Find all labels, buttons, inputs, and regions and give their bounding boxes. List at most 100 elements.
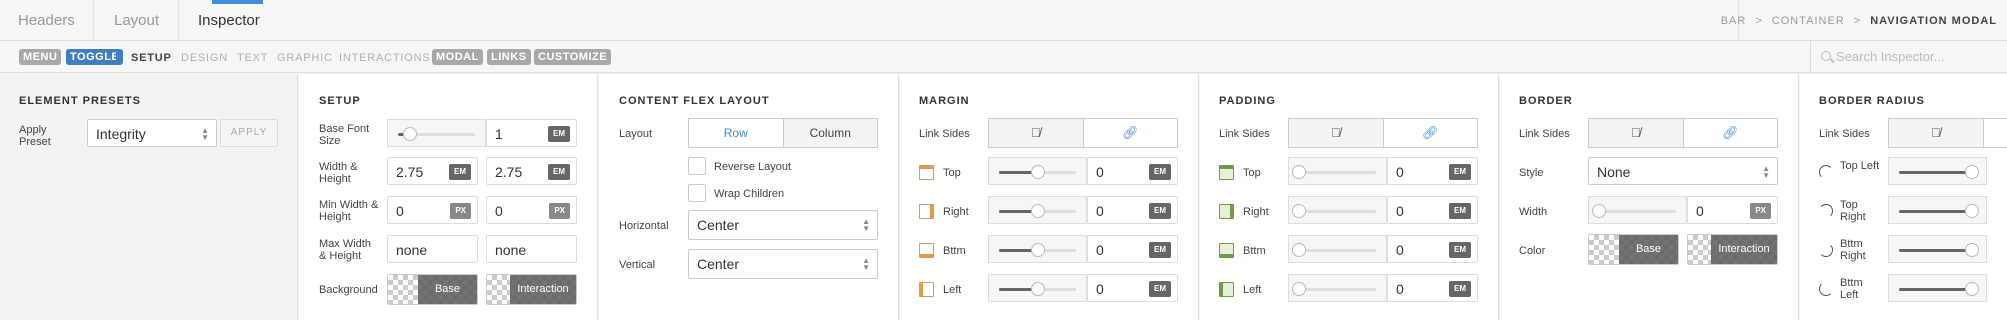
unlink-icon[interactable]: ⛓̸ xyxy=(989,119,1084,147)
unit-badge[interactable]: PX xyxy=(549,203,570,219)
margin-bottom-slider[interactable] xyxy=(988,235,1087,263)
max-width-input[interactable]: none xyxy=(387,235,478,263)
nav-pill-toggle[interactable]: TOGGLE xyxy=(66,49,124,65)
padding-left-input[interactable]: 0 EM xyxy=(1387,274,1478,302)
padding-bottom-input[interactable]: 0 EM xyxy=(1387,235,1478,263)
breadcrumb-item[interactable]: BAR xyxy=(1721,15,1747,27)
border-style-select[interactable]: None ▲ ▼ xyxy=(1588,157,1778,185)
subnav-design[interactable]: DESIGN xyxy=(181,52,228,64)
base-font-input[interactable]: 1 EM xyxy=(486,119,577,147)
unit-badge[interactable]: EM xyxy=(1149,164,1171,180)
unit-badge[interactable]: PX xyxy=(450,203,471,219)
nav-pill-links[interactable]: LINKS xyxy=(487,49,531,65)
margin-right-input[interactable]: 0 EM xyxy=(1087,196,1178,224)
slider-knob[interactable] xyxy=(1592,204,1606,218)
breadcrumb-item[interactable]: CONTAINER xyxy=(1772,15,1845,27)
nav-pill-menu[interactable]: MENU xyxy=(19,49,62,65)
radius-link-toggle[interactable]: ⛓̸ 🔗︎ xyxy=(1888,118,2007,148)
subnav-interactions[interactable]: INTERACTIONS xyxy=(339,52,431,64)
min-width-input[interactable]: 0 PX xyxy=(387,196,478,224)
link-icon[interactable]: 🔗︎ xyxy=(1083,119,1177,147)
subnav-setup[interactable]: SETUP xyxy=(131,52,172,64)
slider-knob[interactable] xyxy=(1292,243,1306,257)
margin-top-input[interactable]: 0 EM xyxy=(1087,157,1178,185)
slider-knob[interactable] xyxy=(1965,165,1980,179)
padding-right-input[interactable]: 0 EM xyxy=(1387,196,1478,224)
margin-left-slider[interactable] xyxy=(988,274,1087,302)
radius-top-left-slider[interactable] xyxy=(1888,157,1987,185)
unit-badge[interactable]: EM xyxy=(1149,203,1171,219)
padding-link-toggle[interactable]: ⛓̸ 🔗︎ xyxy=(1288,118,1478,148)
border-width-slider[interactable] xyxy=(1588,196,1687,224)
tab-headers[interactable]: Headers xyxy=(18,12,75,29)
border-base-swatch[interactable]: Base xyxy=(1588,234,1679,265)
layout-column-option[interactable]: Column xyxy=(784,119,878,147)
min-height-input[interactable]: 0 PX xyxy=(486,196,577,224)
margin-top-slider[interactable] xyxy=(988,157,1087,185)
link-icon[interactable]: 🔗︎ xyxy=(1983,119,2007,147)
padding-top-slider[interactable] xyxy=(1288,157,1387,185)
slider-knob[interactable] xyxy=(1965,282,1980,296)
apply-button[interactable]: APPLY xyxy=(220,119,278,147)
layout-row-option[interactable]: Row xyxy=(689,119,784,147)
height-input[interactable]: 2.75 EM xyxy=(486,157,577,185)
radius-bottom-right-slider[interactable] xyxy=(1888,235,1987,263)
margin-right-slider[interactable] xyxy=(988,196,1087,224)
margin-link-toggle[interactable]: ⛓̸ 🔗︎ xyxy=(988,118,1178,148)
slider-knob[interactable] xyxy=(1965,204,1980,218)
border-interaction-swatch[interactable]: Interaction xyxy=(1687,234,1778,265)
slider-knob[interactable] xyxy=(1030,165,1045,179)
slider-knob[interactable] xyxy=(1030,282,1045,296)
padding-bottom-slider[interactable] xyxy=(1288,235,1387,263)
max-height-input[interactable]: none xyxy=(486,235,577,263)
layout-toggle[interactable]: Row Column xyxy=(688,118,878,148)
unit-badge[interactable]: EM xyxy=(1149,242,1171,258)
vertical-select[interactable]: Center ▲ ▼ xyxy=(688,249,878,279)
link-icon[interactable]: 🔗︎ xyxy=(1383,119,1477,147)
unit-badge[interactable]: EM xyxy=(548,126,570,142)
base-font-knob[interactable] xyxy=(402,127,417,141)
nav-pill-modal[interactable]: MODAL xyxy=(432,49,483,65)
slider-knob[interactable] xyxy=(1965,243,1980,257)
base-font-slider[interactable] xyxy=(387,119,486,147)
unit-badge[interactable]: EM xyxy=(1449,281,1471,297)
width-input[interactable]: 2.75 EM xyxy=(387,157,478,185)
unit-badge[interactable]: EM xyxy=(1449,164,1471,180)
border-link-toggle[interactable]: ⛓̸ 🔗︎ xyxy=(1588,118,1778,148)
unit-badge[interactable]: EM xyxy=(449,164,471,180)
unlink-icon[interactable]: ⛓̸ xyxy=(1889,119,1984,147)
slider-knob[interactable] xyxy=(1292,282,1306,296)
nav-pill-customize[interactable]: CUSTOMIZE xyxy=(534,49,612,65)
slider-knob[interactable] xyxy=(1292,165,1306,179)
radius-top-right-slider[interactable] xyxy=(1888,196,1987,224)
subnav-graphic[interactable]: GRAPHIC xyxy=(277,52,333,64)
slider-knob[interactable] xyxy=(1030,204,1045,218)
preset-select[interactable]: Integrity ▲ ▼ xyxy=(87,119,217,147)
unlink-icon[interactable]: ⛓̸ xyxy=(1589,119,1684,147)
radius-bottom-left-slider[interactable] xyxy=(1888,274,1987,302)
padding-top-input[interactable]: 0 EM xyxy=(1387,157,1478,185)
unit-badge[interactable]: EM xyxy=(1449,203,1471,219)
padding-left-slider[interactable] xyxy=(1288,274,1387,302)
padding-right-slider[interactable] xyxy=(1288,196,1387,224)
slider-knob[interactable] xyxy=(1292,204,1306,218)
unit-badge[interactable]: EM xyxy=(548,164,570,180)
background-interaction-swatch[interactable]: Interaction xyxy=(486,274,577,305)
border-width-input[interactable]: 0 PX xyxy=(1687,196,1778,224)
unit-badge[interactable]: EM xyxy=(1449,242,1471,258)
search-input[interactable]: Search Inspector... xyxy=(1836,49,1944,64)
tab-layout[interactable]: Layout xyxy=(114,12,159,29)
wrap-children-checkbox[interactable] xyxy=(688,184,706,202)
unit-badge[interactable]: PX xyxy=(1750,203,1771,219)
tab-inspector[interactable]: Inspector xyxy=(198,12,260,29)
slider-knob[interactable] xyxy=(1030,243,1045,257)
margin-left-input[interactable]: 0 EM xyxy=(1087,274,1178,302)
subnav-text[interactable]: TEXT xyxy=(237,52,268,64)
margin-bottom-input[interactable]: 0 EM xyxy=(1087,235,1178,263)
unlink-icon[interactable]: ⛓̸ xyxy=(1289,119,1384,147)
horizontal-select[interactable]: Center ▲ ▼ xyxy=(688,210,878,240)
search-inspector[interactable]: Search Inspector... xyxy=(1810,41,2007,73)
background-base-swatch[interactable]: Base xyxy=(387,274,478,305)
link-icon[interactable]: 🔗︎ xyxy=(1683,119,1777,147)
reverse-layout-checkbox[interactable] xyxy=(688,157,706,175)
